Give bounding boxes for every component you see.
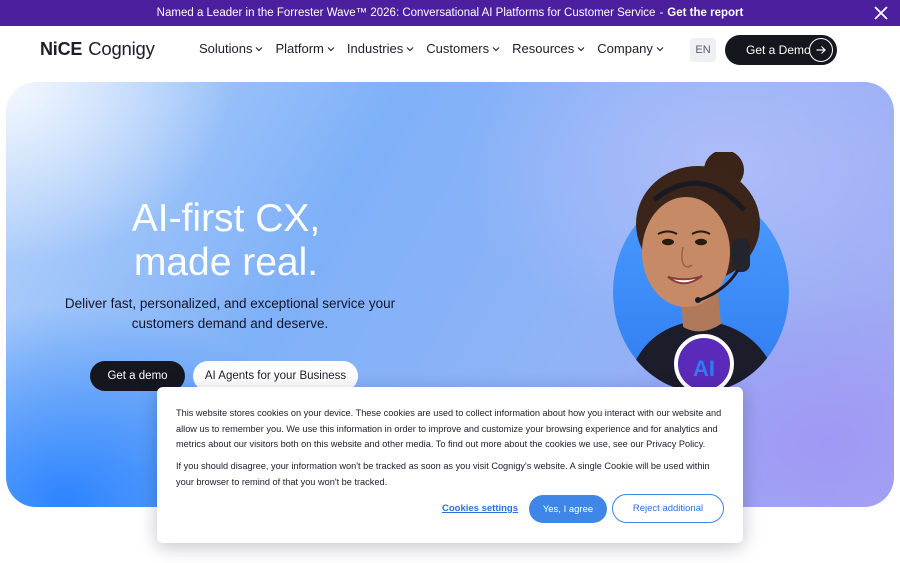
accept-cookies-button[interactable]: Yes, I agree xyxy=(529,495,607,523)
chevron-down-icon xyxy=(327,46,335,51)
cookie-paragraph-2: If you should disagree, your information… xyxy=(176,461,710,487)
agent-portrait-image: AI xyxy=(613,152,789,392)
hero-title-line2: made real. xyxy=(133,241,319,284)
hero-subtitle: Deliver fast, personalized, and exceptio… xyxy=(64,296,396,331)
chevron-down-icon xyxy=(406,46,414,51)
logo-nice: NiCE xyxy=(40,39,83,59)
hero-title: AI-first CX, made real. xyxy=(6,197,446,285)
chevron-down-icon xyxy=(656,46,664,51)
reject-cookies-button[interactable]: Reject additional xyxy=(612,494,724,523)
nav-item-industries[interactable]: Industries xyxy=(347,41,414,56)
cookie-paragraph-1: This website stores cookies on your devi… xyxy=(176,408,722,449)
logo[interactable]: NiCE Cognigy xyxy=(40,38,155,60)
cookie-banner: This website stores cookies on your devi… xyxy=(157,387,743,543)
nav-item-label: Platform xyxy=(275,41,324,56)
nav-item-solutions[interactable]: Solutions xyxy=(199,41,263,56)
announcement-separator: - xyxy=(659,7,664,19)
nav-item-resources[interactable]: Resources xyxy=(512,41,585,56)
nav-item-platform[interactable]: Platform xyxy=(275,41,335,56)
logo-cognigy: Cognigy xyxy=(88,38,155,59)
nav-item-company[interactable]: Company xyxy=(597,41,664,56)
page: Named a Leader in the Forrester Wave™ 20… xyxy=(0,0,900,563)
close-icon[interactable] xyxy=(872,4,890,22)
nav-item-label: Company xyxy=(597,41,653,56)
announcement-bar: Named a Leader in the Forrester Wave™ 20… xyxy=(0,0,900,26)
chevron-down-icon xyxy=(577,46,585,51)
nav-item-label: Industries xyxy=(346,41,404,56)
arrow-right-icon xyxy=(809,38,833,62)
get-a-demo-button[interactable]: Get a Demo xyxy=(725,35,837,65)
nav-item-customers[interactable]: Customers xyxy=(426,41,500,56)
cookies-settings-link[interactable]: Cookies settings xyxy=(442,503,518,514)
nav-menu: Solutions Platform Industries Customers … xyxy=(199,41,676,56)
nav-item-label: Customers xyxy=(426,41,490,56)
main-nav: NiCE Cognigy Solutions Platform Industri… xyxy=(0,26,900,74)
hero-title-line1: AI-first CX, xyxy=(131,197,321,240)
get-a-demo-label: Get a Demo xyxy=(746,43,811,57)
ai-badge-text: AI xyxy=(693,356,715,381)
chevron-down-icon xyxy=(256,46,263,51)
language-selector[interactable]: EN xyxy=(690,38,716,62)
chevron-down-icon xyxy=(492,46,500,51)
get-report-link[interactable]: Get the report xyxy=(667,7,743,19)
announcement-text: Named a Leader in the Forrester Wave™ 20… xyxy=(156,7,656,19)
nav-item-label: Solutions xyxy=(199,41,253,56)
nav-item-label: Resources xyxy=(512,41,575,56)
